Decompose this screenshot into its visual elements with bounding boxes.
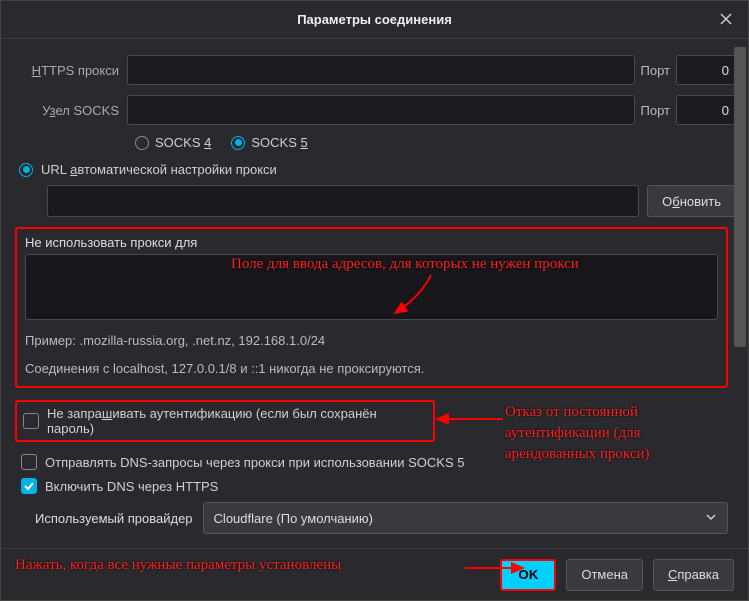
no-proxy-label: Не использовать прокси для — [25, 235, 718, 250]
no-proxy-textarea[interactable] — [25, 254, 718, 320]
https-port-input[interactable] — [676, 55, 736, 85]
footer: OK Отмена Справка — [1, 548, 748, 600]
cancel-button[interactable]: Отмена — [566, 559, 643, 591]
dns-socks-label: Отправлять DNS-запросы через прокси при … — [45, 455, 464, 470]
socks4-radio[interactable]: SOCKS 4 — [135, 135, 211, 150]
auto-config-url-input[interactable] — [47, 185, 639, 217]
no-proxy-section-annotated: Не использовать прокси для Пример: .mozi… — [15, 227, 728, 388]
ok-button[interactable]: OK — [500, 559, 556, 591]
https-proxy-input[interactable] — [127, 55, 635, 85]
socks-port-label: Порт — [635, 103, 676, 118]
auto-config-url-radio[interactable] — [19, 163, 33, 177]
socks-host-label: Узел SOCKS — [7, 103, 127, 118]
no-auth-checkbox[interactable] — [23, 413, 39, 429]
titlebar: Параметры соединения — [1, 1, 748, 39]
no-proxy-example: Пример: .mozilla-russia.org, .net.nz, 19… — [25, 331, 718, 351]
no-auth-checkbox-annotated: Не запрашивать аутентификацию (если был … — [15, 400, 435, 442]
socks-port-input[interactable] — [676, 95, 736, 125]
provider-label: Используемый провайдер — [35, 511, 193, 526]
chevron-down-icon — [705, 511, 717, 526]
content-area: HTTPS прокси Порт Узел SOCKS Порт SOCKS … — [1, 39, 748, 543]
scrollbar[interactable] — [734, 47, 746, 541]
provider-value: Cloudflare (По умолчанию) — [214, 511, 373, 526]
no-proxy-note: Соединения с localhost, 127.0.0.1/8 и ::… — [25, 359, 718, 379]
auto-config-url-label: URL автоматической настройки прокси — [41, 162, 277, 177]
doh-checkbox[interactable] — [21, 478, 37, 494]
scrollbar-thumb[interactable] — [734, 47, 746, 347]
https-port-label: Порт — [635, 63, 676, 78]
socks5-radio[interactable]: SOCKS 5 — [231, 135, 307, 150]
provider-select[interactable]: Cloudflare (По умолчанию) — [203, 502, 728, 534]
doh-label: Включить DNS через HTTPS — [45, 479, 218, 494]
https-proxy-label: HTTPS прокси — [7, 63, 127, 78]
refresh-button[interactable]: Обновить — [647, 185, 736, 217]
help-button[interactable]: Справка — [653, 559, 734, 591]
close-icon[interactable] — [718, 11, 736, 29]
no-auth-label: Не запрашивать аутентификацию (если был … — [47, 406, 427, 436]
dns-socks-checkbox[interactable] — [21, 454, 37, 470]
socks-host-input[interactable] — [127, 95, 635, 125]
connection-settings-window: Параметры соединения HTTPS прокси Порт У… — [0, 0, 749, 601]
window-title: Параметры соединения — [297, 12, 452, 27]
